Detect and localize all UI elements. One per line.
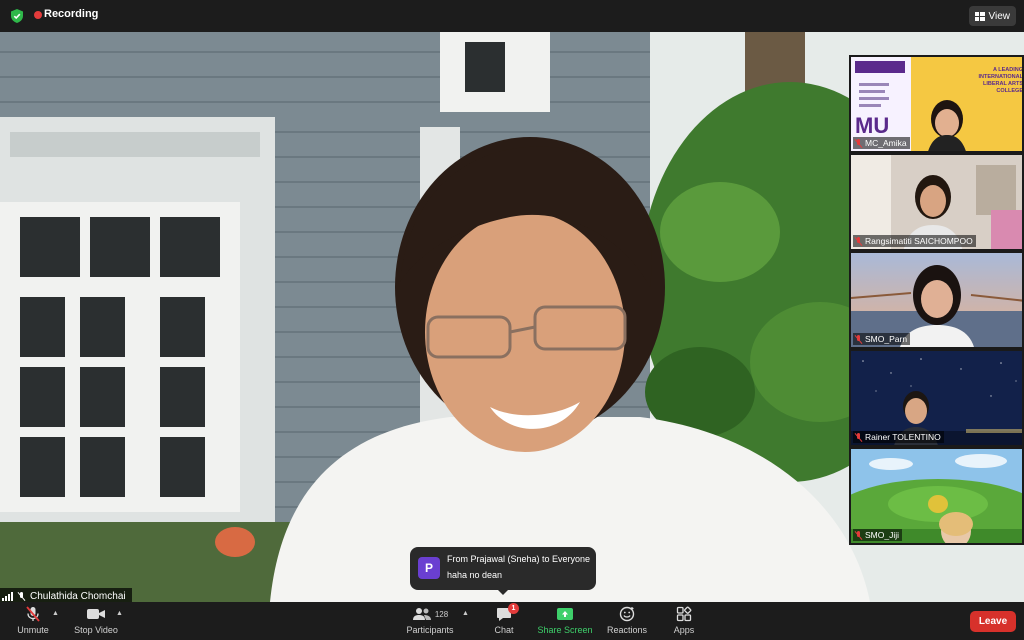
unmute-label: Unmute	[17, 625, 49, 635]
view-button[interactable]: View	[968, 6, 1016, 26]
participant-name: SMO_Jiji	[865, 530, 900, 540]
chat-icon-wrap: 1	[496, 603, 519, 623]
muted-mic-icon	[854, 334, 863, 344]
reactions-button[interactable]: Reactions	[604, 605, 650, 639]
participant-name: Rangsimatiti SAICHOMPOO	[865, 236, 973, 246]
participant-label: Rainer TOLENTINO	[853, 431, 944, 443]
slide-headline-4: COLLEGE	[996, 88, 1023, 94]
grid-view-icon	[974, 11, 985, 21]
connection-signal-icon[interactable]	[2, 591, 13, 601]
participant-label: MC_Amika	[853, 137, 910, 149]
top-bar: Recording View	[0, 0, 1024, 32]
slide-headline-3: LIBERAL ARTS	[983, 81, 1023, 87]
chat-label: Chat	[494, 625, 514, 635]
apps-button[interactable]: Apps	[670, 605, 698, 639]
active-speaker-name: Chulathida Chomchai	[30, 590, 126, 602]
apps-label: Apps	[673, 625, 695, 635]
participants-label: Participants	[406, 625, 454, 635]
reactions-smiley-icon	[619, 605, 635, 623]
participant-label: SMO_Parn	[853, 333, 911, 345]
slide-logo-text: MU	[855, 113, 889, 138]
participant-name: MC_Amika	[865, 138, 907, 148]
recording-dot-icon	[34, 11, 42, 19]
participants-button[interactable]: 128 Participants	[404, 605, 456, 639]
participant-label: SMO_Jiji	[853, 529, 903, 541]
share-screen-label: Share Screen	[537, 625, 593, 635]
participants-icon-group: 128	[412, 605, 448, 623]
encryption-shield-icon[interactable]	[9, 8, 25, 24]
participant-name: Rainer TOLENTINO	[865, 432, 941, 442]
participant-tile[interactable]: SMO_Jiji	[849, 447, 1024, 545]
chat-sender-line: From Prajawal (Sneha) to Everyone	[447, 554, 591, 564]
muted-mic-icon	[854, 138, 863, 148]
unmute-button[interactable]: Unmute	[16, 605, 50, 639]
chat-sender-avatar: P	[418, 557, 440, 579]
participant-tile[interactable]: SMO_Parn	[849, 251, 1024, 349]
chat-notification-pointer	[497, 589, 509, 595]
participants-icon	[412, 608, 431, 620]
meeting-toolbar: Unmute ▲ Stop Video ▲ 128 Participants ▲	[0, 602, 1024, 640]
audio-options-caret-icon[interactable]: ▲	[52, 610, 59, 617]
muted-mic-icon	[854, 530, 863, 540]
apps-icon	[676, 605, 692, 623]
video-options-caret-icon[interactable]: ▲	[116, 610, 123, 617]
video-camera-icon	[86, 605, 106, 623]
muted-mic-icon	[854, 236, 863, 246]
participants-options-caret-icon[interactable]: ▲	[462, 610, 469, 617]
reactions-label: Reactions	[606, 625, 648, 635]
stop-video-button[interactable]: Stop Video	[72, 605, 120, 639]
muted-mic-icon	[17, 591, 26, 601]
chat-button[interactable]: 1 Chat	[490, 603, 519, 639]
share-screen-icon	[556, 605, 574, 623]
chat-message-text: haha no dean	[447, 570, 503, 580]
share-screen-button[interactable]: Share Screen	[536, 605, 594, 639]
participant-tile[interactable]: Rainer TOLENTINO	[849, 349, 1024, 447]
stop-video-label: Stop Video	[74, 625, 118, 635]
participant-label: Rangsimatiti SAICHOMPOO	[853, 235, 976, 247]
muted-mic-icon	[854, 432, 863, 442]
participants-count: 128	[434, 609, 449, 619]
slide-headline-1: A LEADING	[993, 67, 1023, 73]
participant-name: SMO_Parn	[865, 334, 908, 344]
view-button-label: View	[988, 10, 1011, 22]
leave-button[interactable]: Leave	[970, 611, 1016, 632]
participant-tile[interactable]: Rangsimatiti SAICHOMPOO	[849, 153, 1024, 251]
muted-microphone-icon	[24, 605, 42, 623]
slide-headline-2: INTERNATIONAL	[978, 74, 1023, 80]
chat-unread-badge: 1	[508, 603, 519, 614]
participant-tile[interactable]: MU A LEADING INTERNATIONAL LIBERAL ARTS …	[849, 55, 1024, 153]
recording-label[interactable]: Recording	[44, 8, 98, 20]
active-speaker-label: Chulathida Chomchai	[0, 588, 132, 602]
chat-notification[interactable]: P From Prajawal (Sneha) to Everyone haha…	[410, 547, 596, 595]
